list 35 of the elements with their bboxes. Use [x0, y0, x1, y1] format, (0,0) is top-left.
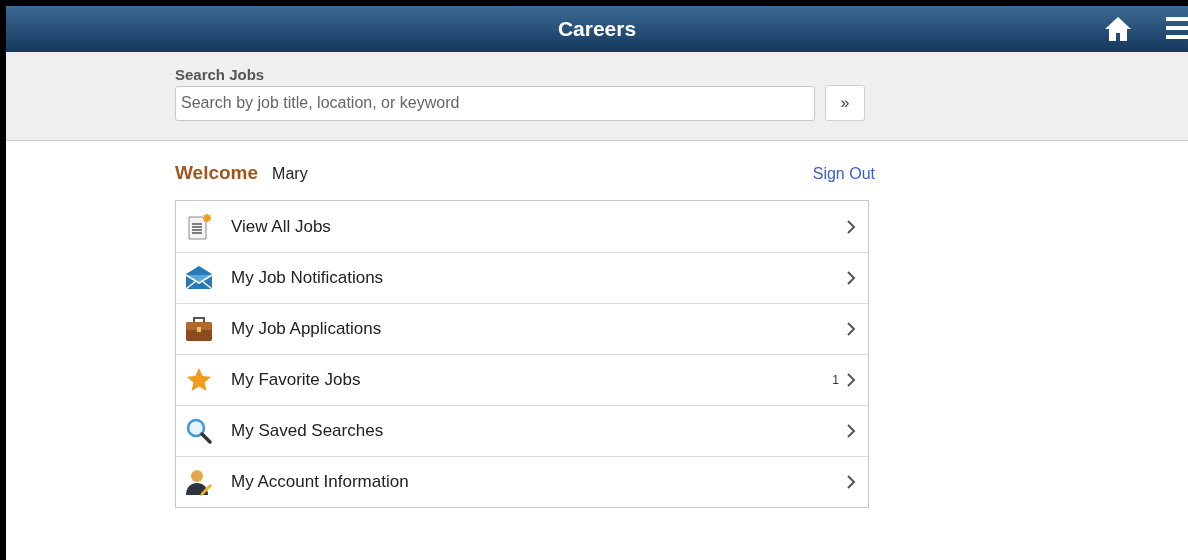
search-icon — [185, 417, 213, 445]
chevron-icon — [847, 424, 856, 438]
menu-item-label: My Favorite Jobs — [231, 369, 361, 392]
menu-item-label: My Account Information — [231, 471, 409, 494]
menu-item-label: View All Jobs — [231, 215, 331, 238]
welcome-label: Welcome — [175, 161, 259, 185]
home-icon — [1104, 16, 1132, 42]
home-button[interactable] — [1104, 16, 1132, 42]
user-edit-icon — [185, 468, 213, 496]
menu-item[interactable]: View All Jobs — [176, 201, 868, 252]
menu-item[interactable]: My Job Notifications — [176, 252, 868, 303]
favorite-count: 1 — [832, 372, 839, 389]
menu-item-label: My Job Notifications — [231, 267, 384, 290]
chevron-icon — [847, 219, 856, 234]
menu-item[interactable]: My Saved Searches — [176, 405, 868, 456]
sign-out-link[interactable]: Sign Out — [812, 162, 875, 186]
user-name: Mary — [272, 164, 308, 184]
menu-item[interactable]: My Account Information — [176, 456, 868, 507]
document-icon — [186, 212, 212, 241]
menu-item[interactable]: My Job Applications — [176, 303, 868, 354]
menu-item-label: My Saved Searches — [231, 420, 384, 443]
search-button[interactable]: » — [825, 85, 865, 121]
envelope-icon — [185, 264, 213, 292]
menu-button[interactable] — [1166, 16, 1188, 40]
menu-item[interactable]: My Favorite Jobs 1 — [176, 354, 868, 405]
chevron-icon — [847, 475, 856, 489]
search-label: Search Jobs — [175, 66, 266, 84]
page-title: Careers — [556, 16, 638, 43]
chevron-icon — [847, 373, 856, 387]
search-field[interactable]: Search by job title, location, or keyword — [175, 85, 815, 121]
menu-item-label: My Job Applications — [231, 318, 382, 341]
menu-icon — [1166, 16, 1188, 40]
chevron-icon — [847, 271, 856, 285]
chevron-icon — [847, 322, 856, 336]
briefcase-icon — [185, 315, 213, 343]
